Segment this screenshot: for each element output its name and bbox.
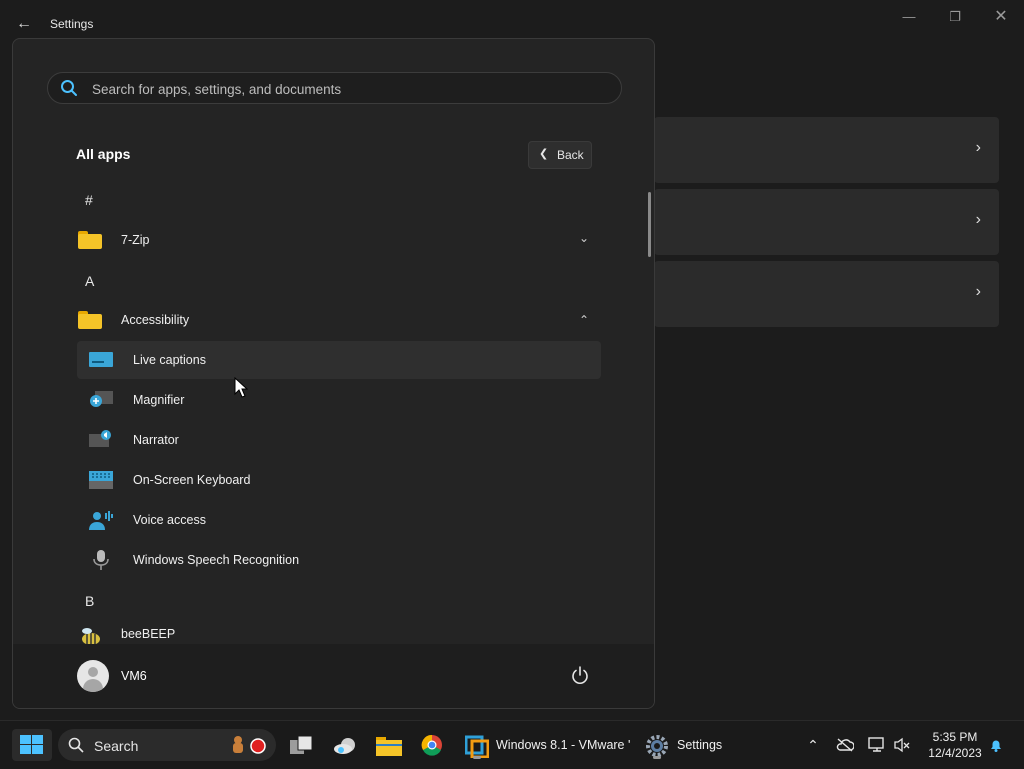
user-name[interactable]: VM6 (121, 669, 147, 683)
clock-date: 12/4/2023 (928, 746, 982, 760)
task-view-icon (290, 735, 313, 754)
start-button[interactable] (12, 729, 52, 761)
app-label: Accessibility (121, 313, 190, 327)
app-label: 7-Zip (121, 233, 150, 247)
cloud-icon (334, 738, 355, 754)
taskbar-search-label: Search (94, 738, 139, 754)
app-label: Narrator (133, 433, 179, 447)
section-letter[interactable]: B (85, 593, 94, 609)
chevron-right-icon: › (975, 211, 981, 228)
mouse-cursor-icon (234, 377, 248, 398)
section-letter[interactable]: A (85, 273, 94, 289)
search-input[interactable] (90, 77, 604, 101)
clock[interactable]: 5:35 PM 12/4/2023 (920, 729, 990, 761)
app-label: Voice access (133, 513, 206, 527)
app-item-accessibility[interactable]: Accessibility ⌃ (77, 301, 601, 339)
chevron-down-icon[interactable]: ⌄ (579, 231, 589, 245)
close-button[interactable]: ✕ (986, 8, 1016, 26)
vmware-icon (465, 735, 489, 758)
chevron-right-icon: › (975, 283, 981, 300)
app-label: beeBEEP (121, 627, 176, 641)
narrator-icon (89, 430, 111, 447)
app-label: Windows Speech Recognition (133, 553, 300, 567)
windows-logo-icon (20, 735, 43, 754)
cloud-offline-icon[interactable] (836, 738, 854, 752)
scrollbar-thumb[interactable] (648, 192, 651, 257)
app-label: Live captions (133, 353, 206, 367)
magnifier-icon (90, 391, 113, 407)
chevron-left-icon: ❮ (539, 148, 549, 160)
chevron-right-icon: › (975, 139, 981, 156)
file-explorer-button[interactable] (371, 729, 407, 761)
folder-icon (78, 231, 102, 249)
back-button[interactable]: ❮ Back (528, 141, 592, 169)
maximize-button[interactable]: ❐ (940, 8, 970, 26)
app-item-speech-recognition[interactable]: Windows Speech Recognition (77, 541, 601, 579)
chrome-button[interactable] (414, 729, 450, 761)
search-highlight-icon (233, 736, 266, 754)
app-item-voice-access[interactable]: Voice access (77, 501, 601, 539)
chrome-icon (421, 734, 442, 756)
app-label: Magnifier (133, 393, 185, 407)
vmware-button[interactable]: Windows 8.1 - VMware ' (460, 729, 630, 761)
search-icon (68, 737, 84, 753)
settings-card[interactable]: › (654, 117, 999, 183)
start-menu: All apps ❮ Back # 7-Zip ⌄ A Accessibilit… (12, 38, 655, 709)
app-item-narrator[interactable]: Narrator (77, 421, 601, 459)
section-letter[interactable]: # (85, 192, 93, 208)
back-arrow-icon[interactable]: ← (14, 14, 34, 34)
folder-icon (376, 737, 402, 756)
onedrive-button[interactable] (328, 729, 364, 761)
vmware-label: Windows 8.1 - VMware ' (496, 738, 631, 752)
volume-muted-icon[interactable] (894, 737, 910, 753)
app-item-7zip[interactable]: 7-Zip ⌄ (77, 221, 601, 259)
settings-card[interactable]: › (654, 189, 999, 255)
search-icon (61, 80, 77, 96)
all-apps-title: All apps (76, 146, 131, 162)
chevron-up-icon[interactable]: ⌃ (802, 729, 824, 761)
folder-icon (78, 311, 102, 329)
voice-access-icon (89, 511, 113, 530)
start-search-box[interactable] (47, 72, 622, 104)
app-label: On-Screen Keyboard (133, 473, 251, 487)
user-avatar[interactable] (77, 660, 109, 692)
keyboard-icon (89, 471, 113, 489)
running-indicator (653, 756, 661, 759)
start-footer: VM6 (13, 644, 654, 708)
chevron-up-icon[interactable]: ⌃ (579, 313, 589, 327)
app-item-on-screen-keyboard[interactable]: On-Screen Keyboard (77, 461, 601, 499)
microphone-icon (93, 550, 109, 570)
taskbar-search[interactable]: Search (58, 729, 276, 761)
running-indicator (473, 756, 481, 759)
app-item-magnifier[interactable]: Magnifier (77, 381, 601, 419)
clock-time: 5:35 PM (932, 730, 978, 744)
network-icon[interactable] (868, 737, 886, 753)
taskbar: Search Windows 8.1 - VMware ' Settings ⌃… (0, 720, 1024, 769)
live-captions-icon (89, 352, 113, 367)
window-title: Settings (50, 17, 94, 31)
notification-bell-icon[interactable] (988, 737, 1004, 753)
power-icon[interactable] (569, 665, 591, 687)
minimize-button[interactable]: — (894, 8, 924, 26)
gear-icon (646, 735, 668, 757)
settings-taskbar-button[interactable]: Settings (640, 729, 736, 761)
task-view-button[interactable] (284, 729, 320, 761)
settings-taskbar-label: Settings (677, 738, 723, 752)
app-item-live-captions[interactable]: Live captions (77, 341, 601, 379)
settings-card[interactable]: › (654, 261, 999, 327)
